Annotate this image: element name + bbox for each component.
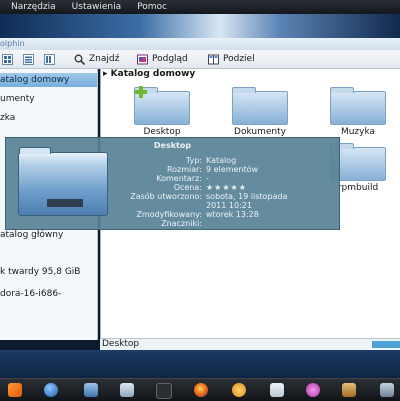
toolbar: Znajdź Podgląd Podziel — [0, 50, 400, 69]
tooltip-key: Komentarz: — [156, 174, 202, 183]
preview-slot — [47, 199, 83, 207]
tooltip-key: Ocena: — [173, 183, 202, 192]
folder-desktop[interactable]: Desktop — [131, 86, 193, 137]
sidebar-item-home[interactable]: atalog domowy — [0, 73, 97, 87]
file-info-tooltip: Desktop Typ: Katalog Rozmiar: 9 elementó… — [5, 137, 340, 230]
sidebar-item-music[interactable]: zka — [0, 111, 15, 125]
find-label: Znajdź — [89, 54, 120, 64]
folder-music[interactable]: Muzyka — [327, 87, 389, 137]
tooltip-row: Znaczniki: — [106, 219, 339, 229]
window-title-bar: olphin — [0, 38, 400, 50]
terminal-icon[interactable] — [156, 383, 172, 399]
top-menu-bar: Narzędzia Ustawienia Pomoc — [0, 0, 400, 14]
tooltip-key: Zasób utworzono: — [130, 192, 202, 201]
add-emblem-icon — [135, 86, 147, 98]
status-text: Desktop — [102, 339, 140, 349]
system-icon[interactable] — [380, 383, 394, 397]
split-icon — [208, 54, 219, 64]
desktop-wallpaper — [0, 14, 400, 38]
files-icon[interactable] — [120, 383, 134, 397]
chat-icon[interactable] — [232, 383, 246, 397]
columns-view-icon — [44, 53, 55, 65]
view-columns-button[interactable] — [44, 53, 59, 65]
menu-tools[interactable]: Narzędzia — [11, 2, 56, 12]
view-icons-button[interactable] — [2, 53, 17, 65]
firefox-icon[interactable] — [194, 383, 208, 397]
split-label: Podziel — [223, 54, 255, 64]
tooltip-key: Zmodyfikowany: — [136, 210, 202, 219]
taskbar — [0, 378, 400, 401]
preview-icon — [137, 54, 148, 64]
folder-label: Muzyka — [340, 127, 376, 137]
folder-preview-icon — [18, 147, 108, 216]
breadcrumb-label: Katalog domowy — [110, 69, 196, 79]
tooltip-key: Znaczniki: — [161, 219, 202, 228]
breadcrumb[interactable]: ▸ Katalog domowy — [103, 69, 195, 79]
tooltip-key: Rozmiar: — [166, 165, 202, 174]
folder-documents[interactable]: Dokumenty — [229, 87, 291, 137]
desktop-background — [0, 350, 400, 378]
tooltip-value: - — [206, 174, 209, 183]
messenger-icon[interactable] — [306, 383, 320, 397]
tooltip-title: Desktop — [153, 141, 192, 150]
search-icon — [74, 54, 85, 65]
folder-icon[interactable] — [84, 383, 98, 397]
kde-menu-icon[interactable] — [44, 383, 58, 397]
grid-view-icon — [2, 53, 13, 65]
details-view-icon — [23, 53, 34, 65]
tooltip-value: 9 elementów — [206, 165, 259, 174]
preview-button[interactable]: Podgląd — [137, 53, 188, 65]
folder-label: Desktop — [143, 127, 181, 137]
space-indicator — [372, 341, 400, 348]
tooltip-key: Typ: — [185, 156, 202, 165]
tooltip-value: wtorek 13:28 — [206, 210, 259, 219]
rss-icon[interactable] — [8, 383, 22, 397]
sidebar-item-documents[interactable]: umenty — [0, 92, 35, 106]
split-button[interactable]: Podziel — [208, 53, 255, 65]
folder-icon — [330, 87, 386, 125]
tooltip-value: sobota, 19 listopada — [206, 192, 288, 201]
preview-label: Podgląd — [152, 54, 188, 64]
folder-icon — [232, 87, 288, 125]
preview-tab — [19, 147, 51, 154]
sidebar-item-root[interactable]: atalog główny — [0, 228, 63, 242]
menu-settings[interactable]: Ustawienia — [72, 2, 121, 12]
find-button[interactable]: Znajdź — [74, 53, 119, 65]
package-icon[interactable] — [342, 383, 356, 397]
sidebar-item-harddisk[interactable]: k twardy 95,8 GiB — [0, 265, 80, 279]
tooltip-value: Katalog — [206, 156, 237, 165]
menu-help[interactable]: Pomoc — [137, 2, 167, 12]
rating-stars: ★★★★★ — [206, 183, 247, 192]
window-title: olphin — [0, 39, 25, 48]
sidebar-item-fedora-media[interactable]: dora-16-i686- — [0, 287, 61, 301]
mail-icon[interactable] — [270, 383, 284, 397]
view-details-button[interactable] — [23, 53, 38, 65]
folder-label: Dokumenty — [234, 127, 286, 137]
tooltip-value: 2011 10:21 — [206, 201, 252, 210]
